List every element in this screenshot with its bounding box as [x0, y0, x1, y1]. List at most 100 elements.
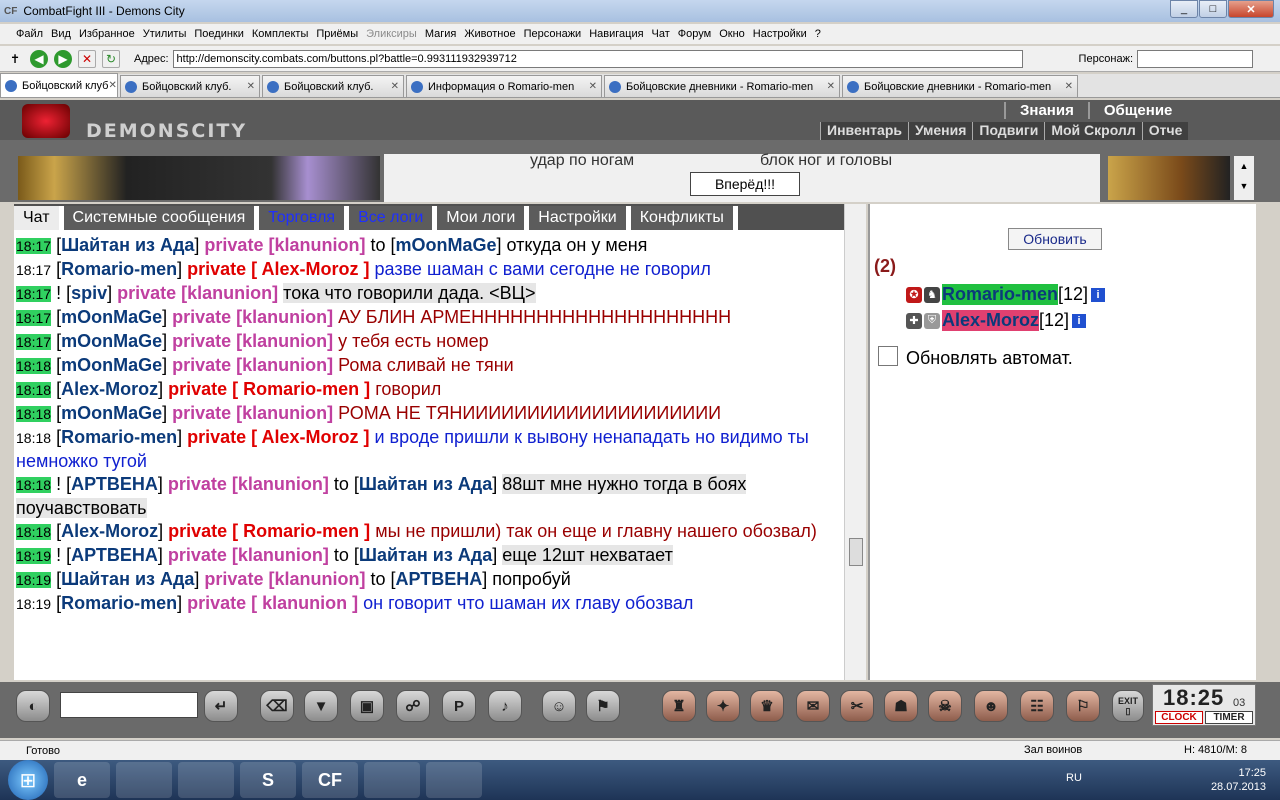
bell-icon[interactable]: ♜ — [662, 690, 696, 722]
msg-private-tag[interactable]: private [ klanunion ] — [187, 593, 358, 613]
close-tab-icon[interactable]: ✕ — [1065, 81, 1073, 92]
auto-refresh-checkbox[interactable] — [878, 346, 898, 366]
ie-icon[interactable]: e — [54, 762, 110, 798]
msg-recipient[interactable]: АРТВЕНА — [395, 569, 482, 589]
exit-button[interactable]: EXIT ▯ — [1112, 690, 1144, 722]
menu-item[interactable]: Персонажи — [524, 28, 582, 40]
clock-button[interactable]: CLOCK — [1155, 711, 1203, 724]
filter-icon[interactable]: ▼ — [304, 690, 338, 722]
browser-tab[interactable]: Информация о Romario-men ✕ — [406, 75, 602, 97]
msg-time[interactable]: 18:17 — [16, 310, 52, 326]
close-tab-icon[interactable]: ✕ — [391, 81, 399, 92]
menu-item[interactable]: Окно — [719, 28, 745, 40]
menu-item[interactable]: Избранное — [79, 28, 135, 40]
forward-button[interactable]: Вперёд!!! — [690, 172, 800, 196]
msg-author[interactable]: Alex-Moroz — [61, 521, 158, 541]
msg-recipient[interactable]: Шайтан из Ада — [359, 474, 492, 494]
stop-icon[interactable]: ✕ — [78, 49, 96, 68]
browser-tab[interactable]: Бойцовский клуб. ✕ — [262, 75, 404, 97]
msg-author[interactable]: АРТВЕНА — [71, 474, 158, 494]
msg-private-tag[interactable]: private [klanunion] — [172, 355, 333, 375]
media-player-icon[interactable] — [178, 762, 234, 798]
msg-author[interactable]: Romario-men — [61, 593, 177, 613]
msg-author[interactable]: Шайтан из Ада — [61, 569, 194, 589]
persona-select[interactable] — [1137, 49, 1254, 68]
strike-option[interactable]: удар по ногам — [530, 152, 634, 170]
msg-time[interactable]: 18:17 — [16, 286, 52, 302]
browser-tab[interactable]: Бойцовский клуб ✕ — [0, 73, 118, 97]
close-tab-icon[interactable]: ✕ — [589, 81, 597, 92]
msg-time[interactable]: 18:18 — [16, 358, 52, 374]
close-tab-icon[interactable]: ✕ — [247, 81, 255, 92]
chat-tab[interactable]: Чат — [14, 206, 64, 230]
menu-item[interactable]: Эликсиры — [366, 28, 417, 40]
language-indicator[interactable]: RU — [1066, 772, 1082, 784]
combatfight-icon[interactable]: CF — [302, 762, 358, 798]
browser-tab[interactable]: Бойцовские дневники - Romario-men ✕ — [604, 75, 840, 97]
msg-author[interactable]: Alex-Moroz — [61, 379, 158, 399]
msg-author[interactable]: mOonMaGe — [61, 403, 162, 423]
msg-time[interactable]: 18:17 — [16, 262, 51, 278]
minimize-button[interactable]: _ — [1170, 0, 1198, 18]
msg-author[interactable]: Шайтан из Ада — [61, 235, 194, 255]
msg-recipient[interactable]: Шайтан из Ада — [359, 545, 492, 565]
pl-icon[interactable]: P — [442, 690, 476, 722]
chat-tab[interactable]: Все логи — [349, 206, 438, 230]
back-icon[interactable]: ◀ — [30, 49, 48, 68]
mask-icon[interactable]: ☗ — [884, 690, 918, 722]
msg-time[interactable]: 18:19 — [16, 596, 51, 612]
msg-author[interactable]: Romario-men — [61, 427, 177, 447]
bag-icon[interactable]: ♛ — [750, 690, 784, 722]
msg-time[interactable]: 18:18 — [16, 406, 52, 422]
timer-button[interactable]: TIMER — [1205, 711, 1253, 724]
chat-tab[interactable]: Торговля — [259, 206, 350, 230]
msg-time[interactable]: 18:18 — [16, 477, 52, 493]
user-name[interactable]: Romario-men — [942, 284, 1059, 305]
close-tab-icon[interactable]: ✕ — [827, 81, 835, 92]
close-tab-icon[interactable]: ✕ — [108, 80, 116, 91]
menu-item[interactable]: Вид — [51, 28, 71, 40]
home-icon[interactable]: ✝ — [6, 50, 24, 68]
system-clock[interactable]: 17:25 28.07.2013 — [1211, 766, 1266, 794]
menu-item[interactable]: Животное — [464, 28, 515, 40]
subnav-item[interactable]: Подвиги — [972, 122, 1044, 140]
browser-tab[interactable]: Бойцовские дневники - Romario-men ✕ — [842, 75, 1078, 97]
menu-item[interactable]: Файл — [16, 28, 43, 40]
chat-tab[interactable]: Настройки — [529, 206, 631, 230]
menu-item[interactable]: Магия — [425, 28, 457, 40]
online-user[interactable]: ✚ ⛨ Alex-Moroz [12] i — [906, 310, 1087, 331]
close-button[interactable]: ✕ — [1228, 0, 1274, 18]
menu-item[interactable]: Приёмы — [316, 28, 358, 40]
msg-time[interactable]: 18:18 — [16, 430, 51, 446]
msg-private-tag[interactable]: private [ Romario-men ] — [168, 521, 370, 541]
chat-input[interactable] — [60, 692, 198, 718]
skype-icon[interactable]: S — [240, 762, 296, 798]
msg-author[interactable]: mOonMaGe — [61, 355, 162, 375]
msg-time[interactable]: 18:19 — [16, 572, 52, 588]
msg-private-tag[interactable]: private [klanunion] — [172, 307, 333, 327]
topnav-item[interactable]: Знания — [1004, 102, 1088, 119]
user-icon[interactable]: ☻ — [974, 690, 1008, 722]
msg-author[interactable]: mOonMaGe — [61, 331, 162, 351]
msg-time[interactable]: 18:17 — [16, 238, 52, 254]
sound-icon[interactable]: ♪ — [488, 690, 522, 722]
save-icon[interactable]: ▣ — [350, 690, 384, 722]
user-name[interactable]: Alex-Moroz — [942, 310, 1040, 331]
menu-item[interactable]: Утилиты — [143, 28, 187, 40]
chat-mode-icon[interactable]: ◐ — [16, 690, 50, 722]
firefox-icon[interactable] — [426, 762, 482, 798]
msg-private-tag[interactable]: private [ Alex-Moroz ] — [187, 259, 369, 279]
helmet-icon[interactable]: ⚑ — [586, 690, 620, 722]
monster-icon[interactable]: ☠ — [928, 690, 962, 722]
forward-icon[interactable]: ▶ — [54, 49, 72, 68]
info-icon[interactable]: i — [1072, 313, 1087, 328]
subnav-item[interactable]: Мой Скролл — [1044, 122, 1141, 140]
run-icon[interactable]: ☍ — [396, 690, 430, 722]
address-input[interactable] — [172, 49, 1023, 68]
map-icon[interactable]: ✉ — [796, 690, 830, 722]
menu-item[interactable]: Навигация — [589, 28, 643, 40]
flag-icon[interactable]: ⚐ — [1066, 690, 1100, 722]
msg-private-tag[interactable]: private [klanunion] — [172, 331, 333, 351]
chat-scrollbar[interactable] — [844, 204, 866, 680]
calculator-icon[interactable] — [364, 762, 420, 798]
